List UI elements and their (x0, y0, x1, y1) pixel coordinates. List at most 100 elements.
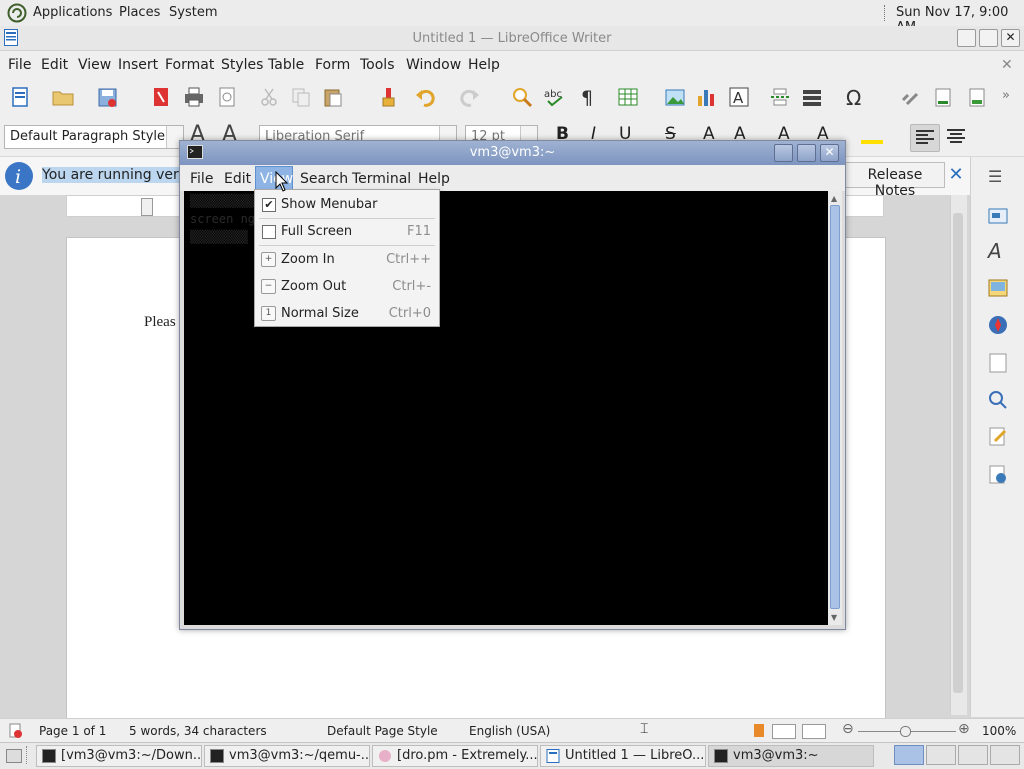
writer-menu-window[interactable]: Window (406, 57, 461, 73)
distro-logo-icon[interactable] (7, 3, 27, 23)
insert-comment-icon[interactable] (966, 86, 988, 108)
writer-menu-edit[interactable]: Edit (41, 57, 68, 73)
show-desktop-icon[interactable] (6, 749, 22, 763)
writer-menu-table[interactable]: Table (268, 57, 304, 73)
writer-minimize-button[interactable] (957, 29, 976, 47)
insert-table-icon[interactable] (617, 86, 639, 108)
infobar-close-icon[interactable]: ✕ (946, 164, 966, 186)
align-center-icon[interactable] (945, 125, 967, 147)
taskbar-item-terminal-downloads[interactable]: [vm3@vm3:~/Down... (36, 745, 202, 767)
terminal-menu-help[interactable]: Help (418, 171, 450, 187)
zoom-in-button[interactable]: ⊕ (958, 721, 970, 737)
writer-menu-styles[interactable]: Styles (221, 57, 263, 73)
single-page-view-icon[interactable] (772, 724, 796, 739)
workspace-4[interactable] (990, 745, 1020, 765)
cut-icon[interactable] (258, 86, 280, 108)
menu-item-zoom-out[interactable]: − Zoom Out Ctrl+- (255, 274, 439, 300)
show-menubar-checkbox[interactable]: ✔ (262, 198, 276, 212)
document-scrollbar-thumb[interactable] (953, 213, 963, 693)
taskbar-item-terminal-qemu[interactable]: vm3@vm3:~/qemu-... (204, 745, 370, 767)
writer-menu-insert[interactable]: Insert (118, 57, 158, 73)
page-icon[interactable] (987, 352, 1009, 374)
taskbar-item-browser[interactable]: [dro.pm - Extremely... (372, 745, 538, 767)
sidebar-menu-icon[interactable]: ☰ (988, 167, 1002, 186)
insert-image-icon[interactable] (664, 86, 686, 108)
insert-textbox-icon[interactable]: A (728, 86, 750, 108)
insert-mode-icon[interactable]: ⌶ (640, 721, 648, 737)
print-icon[interactable] (183, 86, 205, 108)
terminal-close-button[interactable]: ✕ (820, 144, 839, 162)
paragraph-style-combo[interactable]: Default Paragraph Style (4, 125, 184, 149)
navigator-icon[interactable] (987, 314, 1009, 336)
insert-chart-icon[interactable] (695, 86, 717, 108)
zoom-out-button[interactable]: ⊖ (842, 721, 854, 737)
save-icon[interactable] (97, 86, 119, 108)
close-document-icon[interactable]: ✕ (1001, 57, 1013, 73)
spelling-icon[interactable]: abc (544, 86, 566, 108)
redo-icon[interactable] (458, 86, 480, 108)
status-word-count[interactable]: 5 words, 34 characters (129, 724, 267, 738)
print-preview-icon[interactable] (216, 86, 238, 108)
status-language[interactable]: English (USA) (469, 724, 550, 738)
terminal-menu-edit[interactable]: Edit (224, 171, 251, 187)
workspace-1[interactable] (894, 745, 924, 765)
status-page[interactable]: Page 1 of 1 (39, 724, 106, 738)
paste-icon[interactable] (322, 86, 344, 108)
manage-changes-icon[interactable] (987, 425, 1009, 447)
status-zoom[interactable]: 100% (982, 724, 1016, 738)
writer-menu-view[interactable]: View (78, 57, 111, 73)
writer-menu-form[interactable]: Form (315, 57, 350, 73)
writer-menu-file[interactable]: File (8, 57, 31, 73)
styles-icon[interactable]: A (988, 239, 1002, 263)
toolbar-overflow-icon[interactable]: » (1002, 88, 1024, 110)
book-view-icon[interactable] (802, 724, 826, 739)
find-replace-icon[interactable] (511, 86, 533, 108)
menu-item-full-screen[interactable]: Full Screen F11 (255, 219, 439, 245)
zoom-slider[interactable] (858, 726, 956, 737)
taskbar-item-terminal-home[interactable]: vm3@vm3:~ (708, 745, 874, 767)
insert-special-character-icon[interactable]: Ω (845, 86, 867, 108)
scroll-up-icon[interactable]: ▲ (831, 194, 837, 203)
taskbar-item-writer[interactable]: Untitled 1 — LibreO... (540, 745, 706, 767)
terminal-minimize-button[interactable] (774, 144, 793, 162)
new-document-icon[interactable] (9, 86, 31, 108)
terminal-menu-file[interactable]: File (190, 171, 213, 187)
undo-icon[interactable] (415, 86, 437, 108)
places-menu[interactable]: Places (119, 5, 160, 20)
formatting-marks-icon[interactable]: ¶ (578, 86, 600, 108)
open-folder-icon[interactable] (52, 86, 74, 108)
writer-maximize-button[interactable] (979, 29, 998, 47)
document-scrollbar[interactable] (950, 195, 967, 715)
writer-close-button[interactable]: ✕ (1001, 29, 1020, 47)
insert-footnote-icon[interactable] (932, 86, 954, 108)
accessibility-check-icon[interactable] (987, 463, 1009, 485)
highlight-icon[interactable] (861, 128, 883, 144)
writer-menu-format[interactable]: Format (165, 57, 214, 73)
terminal-menu-terminal[interactable]: Terminal (352, 171, 411, 187)
workspace-2[interactable] (926, 745, 956, 765)
align-left-icon[interactable] (910, 124, 940, 152)
document-modified-icon[interactable] (754, 724, 764, 737)
terminal-scrollbar-thumb[interactable] (830, 205, 840, 609)
insert-field-icon[interactable] (801, 86, 823, 108)
terminal-scrollbar[interactable]: ▲ ▼ (828, 191, 842, 625)
export-pdf-icon[interactable] (150, 86, 172, 108)
full-screen-checkbox[interactable] (262, 225, 276, 239)
clone-formatting-icon[interactable] (377, 86, 399, 108)
gallery-icon[interactable] (987, 277, 1009, 299)
document-text[interactable]: Pleas (144, 314, 176, 331)
release-notes-button[interactable]: Release Notes (845, 162, 945, 199)
applications-menu[interactable]: Applications (33, 5, 112, 20)
menu-item-normal-size[interactable]: 1 Normal Size Ctrl+0 (255, 301, 439, 327)
status-page-style[interactable]: Default Page Style (327, 724, 438, 738)
menu-item-zoom-in[interactable]: + Zoom In Ctrl++ (255, 247, 439, 273)
insert-page-break-icon[interactable] (769, 86, 791, 108)
writer-menu-help[interactable]: Help (468, 57, 500, 73)
workspace-3[interactable] (958, 745, 988, 765)
ruler-indent-marker[interactable] (141, 198, 153, 216)
terminal-maximize-button[interactable] (797, 144, 816, 162)
zoom-slider-handle[interactable] (900, 726, 911, 737)
properties-icon[interactable] (987, 205, 1009, 227)
terminal-menu-search[interactable]: Search (300, 171, 348, 187)
style-inspector-icon[interactable] (987, 389, 1009, 411)
